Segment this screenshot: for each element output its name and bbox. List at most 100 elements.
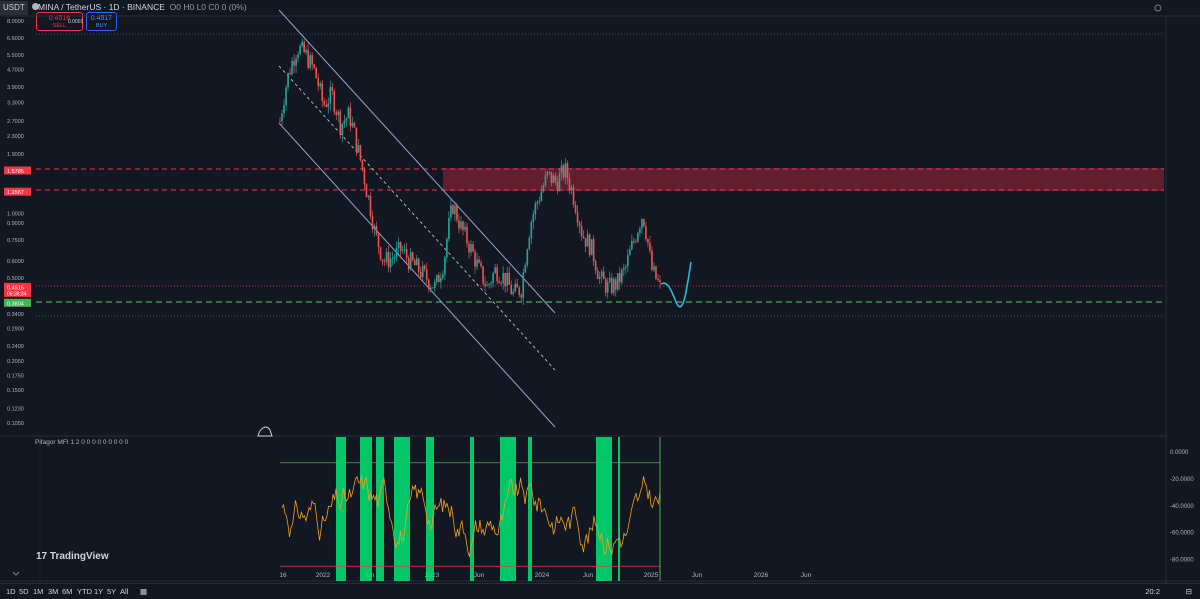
time-tick-label: Jun [801, 572, 812, 579]
candle-body [415, 258, 418, 266]
candle-body [331, 87, 334, 91]
timeframe-button[interactable]: 1M [33, 587, 43, 596]
candle-body [554, 175, 557, 182]
candle-body [367, 195, 370, 198]
candle-body [317, 78, 320, 87]
candle-body [608, 277, 611, 283]
price-tick-label: 3.9000 [7, 85, 24, 91]
time-axis[interactable]: 162022Jun2023Jun2024Jun2025Jun2026Jun [279, 572, 811, 579]
timeframe-button[interactable]: 5Y [107, 587, 116, 596]
price-tick-label: 2.3000 [7, 134, 24, 140]
price-tick-label: 3.3000 [7, 100, 24, 106]
candle-body [504, 273, 506, 287]
candle-body [464, 226, 466, 230]
candle-body [462, 221, 464, 230]
oscillator-title[interactable]: Pifagor MFI 1.2 0 0 0 0 0 0 0 0 0 [35, 439, 128, 446]
mfi-signal-bar [528, 437, 532, 581]
candle-body [399, 241, 402, 251]
price-tick-label: 0.2900 [7, 327, 24, 333]
calendar-icon[interactable]: ▦ [140, 587, 147, 596]
candle-body [482, 266, 484, 284]
timeframe-button[interactable]: 1Y [94, 587, 103, 596]
bottom-toolbar: 1D 5D 1M 3M 6M YTD 1Y 5Y All ▦ 20:2 ⊟ [0, 583, 1200, 599]
candle-body [371, 216, 374, 230]
candle-body [568, 178, 571, 190]
projection-path [660, 261, 692, 308]
mfi-signal-bar [394, 437, 410, 581]
candle-body [323, 100, 326, 105]
timeframe-button[interactable]: All [120, 587, 128, 596]
channel-upper-line [278, 9, 556, 314]
osc-tick-label: 0.0000 [1170, 450, 1189, 456]
candle-body [556, 181, 559, 191]
candle-body [614, 279, 617, 290]
osc-tick-label: -20.0000 [1170, 477, 1194, 483]
price-tag-label: 0.3804 [7, 301, 24, 307]
channel-mid-line [278, 65, 556, 371]
tradingview-logo-text: TradingView [49, 551, 109, 562]
candle-body [488, 284, 490, 285]
candle-body [337, 111, 340, 115]
candle-body [498, 281, 500, 284]
clock-readout[interactable]: 20:2 [1145, 587, 1160, 596]
timeframe-button[interactable]: 6M [62, 587, 72, 596]
settings-icon[interactable] [1154, 4, 1162, 12]
candle-body [343, 120, 346, 124]
candle-body [417, 258, 420, 272]
candle-body [403, 249, 406, 251]
candle-body [655, 266, 657, 279]
candle-body [377, 234, 380, 248]
oscillator-axis[interactable]: 0.0000 -20.0000 -40.0000 -60.0000 -80.0000 [1170, 450, 1194, 564]
candle-body [476, 259, 478, 267]
price-axis[interactable]: 8.0000 6.6000 5.5000 4.7000 3.9000 3.3000 2.70… [4, 19, 31, 427]
candle-body [659, 280, 661, 282]
candle-body [345, 118, 348, 121]
candle-body [606, 282, 609, 293]
timezone-icon[interactable]: ⊟ [1186, 587, 1192, 596]
tradingview-logo: 17 TradingView [36, 551, 109, 562]
candle-body [598, 276, 601, 279]
candle-body [389, 258, 392, 268]
price-tick-label: 0.1050 [7, 421, 24, 427]
candle-body [393, 257, 396, 259]
timeframe-button[interactable]: 5D [19, 587, 29, 596]
candle-body [620, 269, 623, 283]
price-chart[interactable]: 8.0000 6.6000 5.5000 4.7000 3.9000 3.3000 2.70… [0, 0, 1200, 583]
candle-body [558, 173, 561, 191]
candle-body [604, 279, 607, 293]
mfi-signal-bar [596, 437, 612, 581]
price-tick-label: 0.1500 [7, 388, 24, 394]
price-tick-label: 6.6000 [7, 36, 24, 42]
candle-body [359, 145, 362, 160]
candle-body [285, 87, 287, 106]
time-tick-label: Jun [474, 572, 485, 579]
candle-body [502, 273, 504, 284]
candle-body [578, 222, 581, 227]
price-tag-label: 1.2567 [7, 190, 24, 196]
timeframe-button[interactable]: 1D [6, 587, 16, 596]
candle-body [468, 243, 470, 253]
candle-body [637, 232, 639, 242]
candle-body [564, 163, 567, 178]
drawing-tool-icon[interactable] [257, 426, 273, 437]
candle-body [411, 252, 414, 261]
candle-body [536, 202, 539, 204]
candle-body [500, 283, 502, 284]
candle-body [299, 45, 301, 55]
candle-body [365, 184, 368, 198]
timeframe-button[interactable]: YTD [77, 587, 92, 596]
collapse-icon[interactable] [12, 571, 20, 576]
timeframe-button[interactable]: 3M [48, 587, 58, 596]
candle-body [423, 265, 426, 270]
candle-body [434, 282, 436, 289]
osc-tick-label: -80.0000 [1170, 558, 1194, 564]
candle-body [584, 238, 587, 247]
time-tick-label: Jun [692, 572, 703, 579]
candle-body [363, 168, 366, 185]
candle-body [315, 67, 317, 79]
price-tick-label: 1.9000 [7, 152, 24, 158]
candle-body [289, 73, 291, 75]
candle-body [291, 60, 293, 75]
candle-body [309, 55, 311, 69]
candle-body [596, 270, 599, 279]
